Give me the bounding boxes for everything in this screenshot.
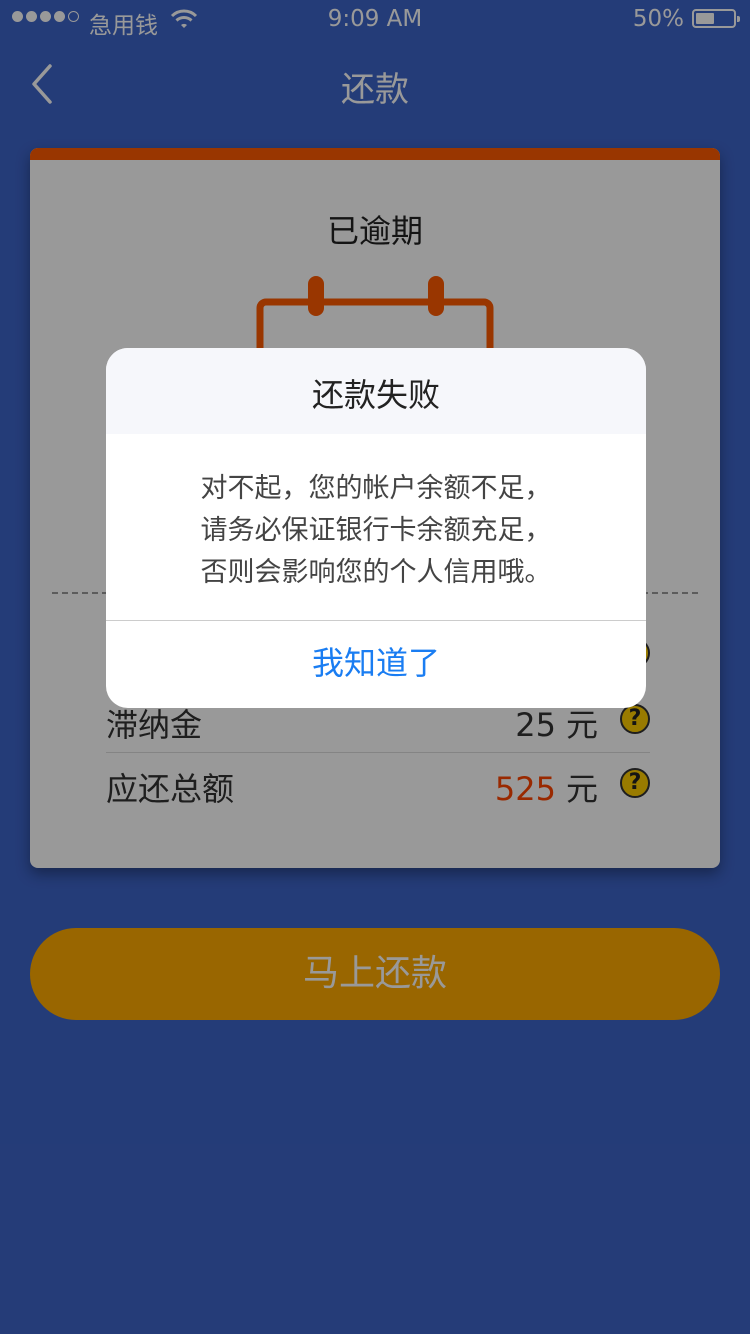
dialog-message-line: 对不起，您的帐户余额不足， bbox=[200, 473, 552, 504]
dialog-header: 还款失败 bbox=[106, 348, 646, 434]
dialog-message: 对不起，您的帐户余额不足， 请务必保证银行卡余额充足， 否则会影响您的个人信用哦… bbox=[106, 468, 646, 594]
got-it-button[interactable]: 我知道了 bbox=[106, 620, 646, 708]
dialog-title: 还款失败 bbox=[311, 376, 440, 414]
repayment-failed-dialog: 还款失败 对不起，您的帐户余额不足， 请务必保证银行卡余额充足， 否则会影响您的… bbox=[106, 348, 646, 708]
dialog-message-line: 请务必保证银行卡余额充足， bbox=[200, 515, 552, 546]
dialog-message-line: 否则会影响您的个人信用哦。 bbox=[200, 557, 552, 588]
